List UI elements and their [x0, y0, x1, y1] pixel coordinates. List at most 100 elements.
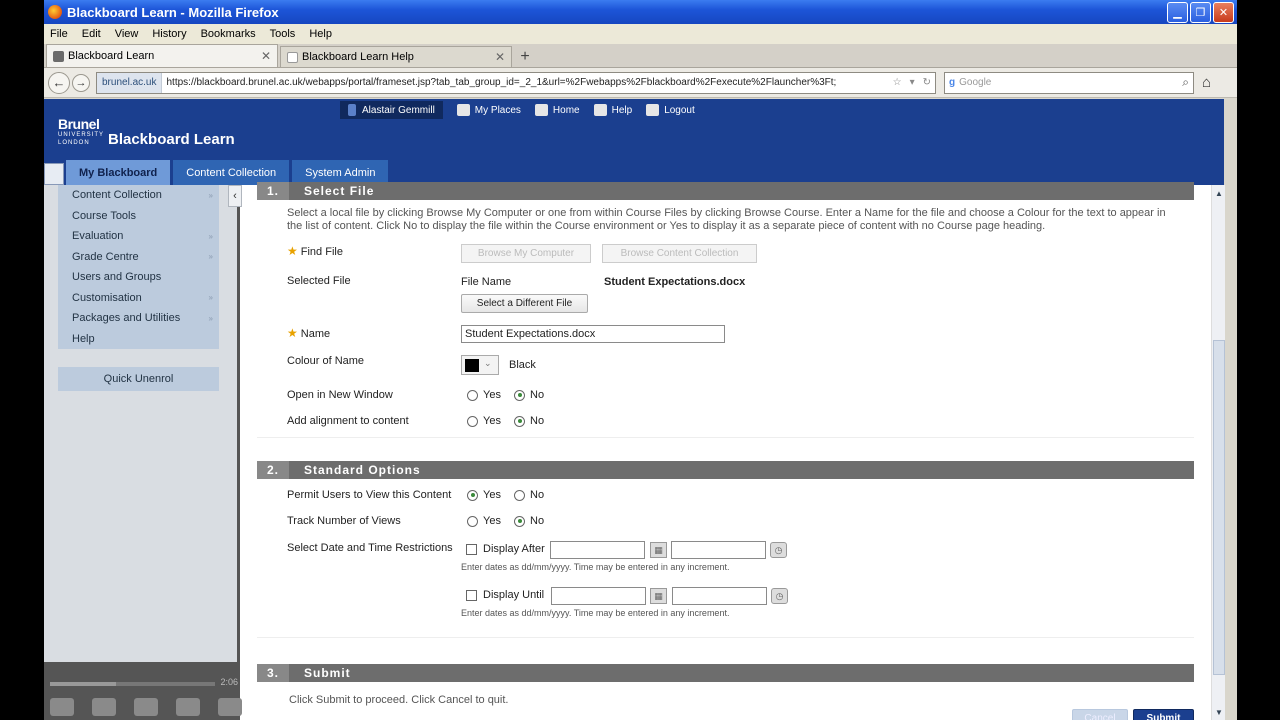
my-places-link[interactable]: My Places	[456, 104, 521, 116]
sidebar-item-packages[interactable]: Packages and Utilities »	[58, 308, 219, 329]
name-input[interactable]: Student Expectations.docx	[461, 325, 725, 343]
display-until-checkbox[interactable]	[466, 589, 477, 601]
calendar-icon[interactable]: ▦	[650, 588, 667, 604]
chevron-right-icon: »	[208, 252, 213, 262]
close-button[interactable]: ✕	[1213, 1, 1234, 23]
menu-tools[interactable]: Tools	[270, 28, 296, 40]
stop-icon[interactable]	[50, 698, 74, 716]
player-time: 2:06	[220, 677, 238, 687]
player-progress[interactable]	[50, 682, 215, 686]
menu-toggle-icon[interactable]	[44, 163, 64, 185]
menu-edit[interactable]: Edit	[82, 28, 101, 40]
section-number: 2.	[257, 461, 289, 479]
sidebar-item-content-collection[interactable]: Content Collection »	[58, 185, 219, 206]
required-star-icon: ★	[287, 326, 298, 340]
colour-picker[interactable]: ⌄	[461, 355, 499, 375]
help-link[interactable]: Help	[593, 104, 632, 116]
date-hint: Enter dates as dd/mm/yyyy. Time may be e…	[461, 608, 730, 618]
cancel-icon[interactable]	[218, 698, 242, 716]
clock-icon[interactable]: ◷	[770, 542, 787, 558]
submit-button[interactable]: Submit	[1133, 709, 1194, 720]
scroll-up-icon[interactable]: ▲	[1213, 187, 1225, 199]
collapse-panel-icon[interactable]: ‹	[228, 185, 242, 207]
browse-collection-button[interactable]: Browse Content Collection	[602, 244, 757, 263]
permit-view-yes[interactable]	[467, 489, 478, 501]
tab-label: Blackboard Learn Help	[302, 51, 414, 63]
open-new-window-yes[interactable]	[467, 389, 478, 401]
tab-blackboard-help[interactable]: Blackboard Learn Help ✕	[280, 46, 512, 67]
mic-icon[interactable]	[134, 698, 158, 716]
track-views-yes[interactable]	[467, 515, 478, 527]
no-label: No	[530, 415, 545, 427]
section-header-select-file: 1. Select File	[257, 182, 1194, 200]
display-after-checkbox[interactable]	[466, 543, 477, 555]
window-title: Blackboard Learn - Mozilla Firefox	[67, 4, 279, 20]
url-text[interactable]: https://blackboard.brunel.ac.uk/webapps/…	[162, 77, 888, 88]
user-menu[interactable]: Alastair Gemmill	[340, 101, 443, 119]
sidebar-item-users-groups[interactable]: Users and Groups	[58, 267, 219, 288]
user-icon	[348, 104, 356, 116]
quick-unenrol-button[interactable]: Quick Unenrol	[58, 367, 219, 391]
section-instructions: Select a local file by clicking Browse M…	[287, 207, 1166, 232]
display-after-date-input[interactable]	[550, 541, 645, 559]
url-bar[interactable]: brunel.ac.uk https://blackboard.brunel.a…	[96, 71, 936, 94]
pause-icon[interactable]	[92, 698, 116, 716]
open-new-window-options: Yes No	[467, 389, 544, 401]
minimize-button[interactable]: ▁	[1167, 1, 1188, 23]
logout-link[interactable]: Logout	[646, 104, 695, 116]
display-until-time-input[interactable]	[672, 587, 767, 605]
display-until-date-input[interactable]	[551, 587, 646, 605]
reload-icon[interactable]: ↻	[923, 77, 931, 88]
browse-computer-button[interactable]: Browse My Computer	[461, 244, 591, 263]
sidebar-item-help[interactable]: Help	[58, 329, 219, 350]
search-icon[interactable]: ⌕	[1182, 75, 1189, 90]
menu-history[interactable]: History	[152, 28, 186, 40]
home-icon[interactable]: ⌂	[1202, 74, 1211, 91]
new-tab-button[interactable]: +	[514, 47, 536, 67]
sidebar-item-grade-centre[interactable]: Grade Centre »	[58, 247, 219, 268]
home-link[interactable]: Home	[534, 104, 580, 116]
close-tab-icon[interactable]: ✕	[495, 50, 505, 64]
back-button[interactable]: ←	[48, 71, 70, 94]
google-icon[interactable]: g	[949, 77, 955, 88]
sidebar-item-evaluation[interactable]: Evaluation »	[58, 226, 219, 247]
tab-label: Blackboard Learn	[68, 50, 155, 62]
tab-blackboard-learn[interactable]: Blackboard Learn ✕	[46, 44, 278, 67]
scroll-thumb[interactable]	[1213, 340, 1225, 675]
section-number: 3.	[257, 664, 289, 682]
open-new-window-no[interactable]	[514, 389, 526, 401]
yes-label: Yes	[483, 489, 501, 501]
tab-my-blackboard[interactable]: My Blackboard	[66, 160, 171, 185]
menu-help[interactable]: Help	[309, 28, 332, 40]
menu-view[interactable]: View	[115, 28, 139, 40]
sidebar-item-customisation[interactable]: Customisation »	[58, 288, 219, 309]
cancel-button[interactable]: Cancel	[1072, 709, 1128, 720]
search-placeholder: Google	[959, 77, 992, 88]
display-after-time-input[interactable]	[671, 541, 766, 559]
section-number: 1.	[257, 182, 289, 200]
calendar-icon[interactable]: ▦	[650, 542, 667, 558]
permit-view-no[interactable]	[514, 489, 526, 501]
align-content-no[interactable]	[514, 415, 526, 427]
media-player: 2:06	[44, 662, 242, 720]
chevron-right-icon: »	[208, 231, 213, 241]
maximize-button[interactable]: ❐	[1190, 1, 1211, 23]
display-until-option: Display Until	[466, 589, 544, 601]
site-identity[interactable]: brunel.ac.uk	[97, 72, 163, 93]
track-views-no[interactable]	[514, 515, 526, 527]
menu-file[interactable]: File	[50, 28, 68, 40]
sidebar-item-course-tools[interactable]: Course Tools	[58, 206, 219, 227]
dropdown-icon[interactable]: ▾	[910, 77, 915, 88]
menu-bookmarks[interactable]: Bookmarks	[201, 28, 256, 40]
align-content-yes[interactable]	[467, 415, 478, 427]
search-box[interactable]: g Google ⌕	[944, 71, 1194, 94]
scrollbar[interactable]: ▲ ▼	[1211, 185, 1225, 720]
select-different-file-button[interactable]: Select a Different File	[461, 294, 588, 313]
clock-icon[interactable]: ◷	[771, 588, 788, 604]
logo-london: LONDON	[58, 140, 90, 146]
undo-icon[interactable]	[176, 698, 200, 716]
scroll-down-icon[interactable]: ▼	[1213, 706, 1225, 718]
bookmark-star-icon[interactable]: ☆	[893, 77, 902, 88]
forward-button[interactable]: →	[72, 73, 90, 92]
close-tab-icon[interactable]: ✕	[261, 49, 271, 63]
